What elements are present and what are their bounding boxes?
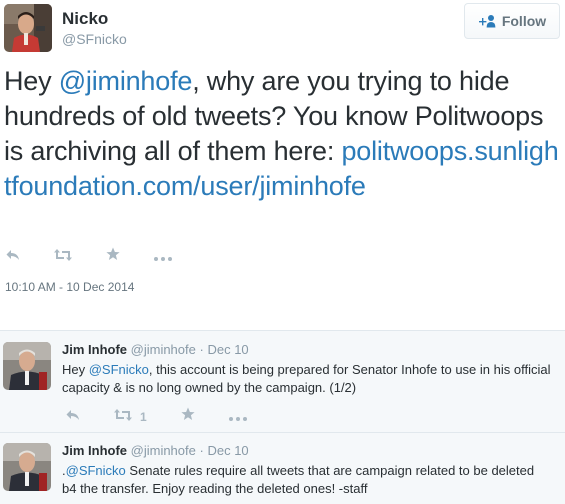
- mention-link[interactable]: @SFnicko: [89, 362, 149, 377]
- favorite-button[interactable]: [181, 407, 195, 426]
- add-user-icon: [478, 14, 496, 28]
- author-name[interactable]: Nicko: [62, 9, 108, 29]
- reply-button[interactable]: [66, 408, 80, 426]
- more-button[interactable]: [228, 408, 247, 426]
- avatar[interactable]: [4, 4, 52, 52]
- tweet-text-prefix: Hey: [4, 66, 59, 96]
- retweet-count: 1: [140, 409, 147, 424]
- mention-link[interactable]: @SFnicko: [66, 463, 126, 478]
- star-icon: [106, 247, 120, 266]
- reply-text: Hey @SFnicko, this account is being prep…: [62, 361, 552, 397]
- replies-section: Jim Inhofe @jiminhofe · Dec 10 Hey @SFni…: [0, 330, 565, 504]
- retweet-icon: [54, 248, 72, 266]
- author-name[interactable]: Jim Inhofe: [62, 443, 127, 458]
- follow-button[interactable]: Follow: [464, 3, 560, 39]
- reply-tweet: Jim Inhofe @jiminhofe · Dec 10 .@SFnicko…: [0, 433, 565, 504]
- more-dots-icon: [154, 248, 172, 266]
- retweet-button[interactable]: 1: [114, 408, 147, 426]
- more-dots-icon: [228, 408, 247, 426]
- reply-date[interactable]: Dec 10: [207, 443, 248, 458]
- tweet-actions: [6, 247, 206, 266]
- favorite-button[interactable]: [106, 247, 120, 266]
- reply-text-body: Senate rules require all tweets that are…: [62, 463, 535, 496]
- star-icon: [181, 407, 195, 426]
- author-handle[interactable]: @jiminhofe: [131, 443, 196, 458]
- avatar[interactable]: [3, 443, 51, 491]
- author-name[interactable]: Jim Inhofe: [62, 342, 127, 357]
- mention-link[interactable]: @jiminhofe: [59, 66, 193, 96]
- retweet-icon: [114, 408, 132, 426]
- follow-label: Follow: [501, 13, 547, 29]
- author-handle[interactable]: @SFnicko: [62, 31, 127, 47]
- reply-icon: [66, 408, 80, 426]
- reply-date[interactable]: Dec 10: [207, 342, 248, 357]
- reply-button[interactable]: [6, 248, 20, 266]
- tweet-timestamp[interactable]: 10:10 AM - 10 Dec 2014: [5, 280, 134, 294]
- reply-actions: 1: [66, 407, 281, 426]
- reply-tweet: Jim Inhofe @jiminhofe · Dec 10 Hey @SFni…: [0, 331, 565, 432]
- reply-text-prefix: Hey: [62, 362, 89, 377]
- reply-text: .@SFnicko Senate rules require all tweet…: [62, 462, 552, 498]
- separator: ·: [199, 342, 204, 357]
- tweet-text: Hey @jiminhofe, why are you trying to hi…: [4, 64, 560, 204]
- reply-icon: [6, 248, 20, 266]
- main-tweet: Nicko @SFnicko Follow Hey @jiminhofe, wh…: [0, 0, 565, 330]
- separator: ·: [199, 443, 204, 458]
- retweet-button[interactable]: [54, 248, 72, 266]
- reply-header: Jim Inhofe @jiminhofe · Dec 10: [62, 342, 249, 357]
- avatar[interactable]: [3, 342, 51, 390]
- author-handle[interactable]: @jiminhofe: [131, 342, 196, 357]
- more-button[interactable]: [154, 248, 172, 266]
- reply-header: Jim Inhofe @jiminhofe · Dec 10: [62, 443, 249, 458]
